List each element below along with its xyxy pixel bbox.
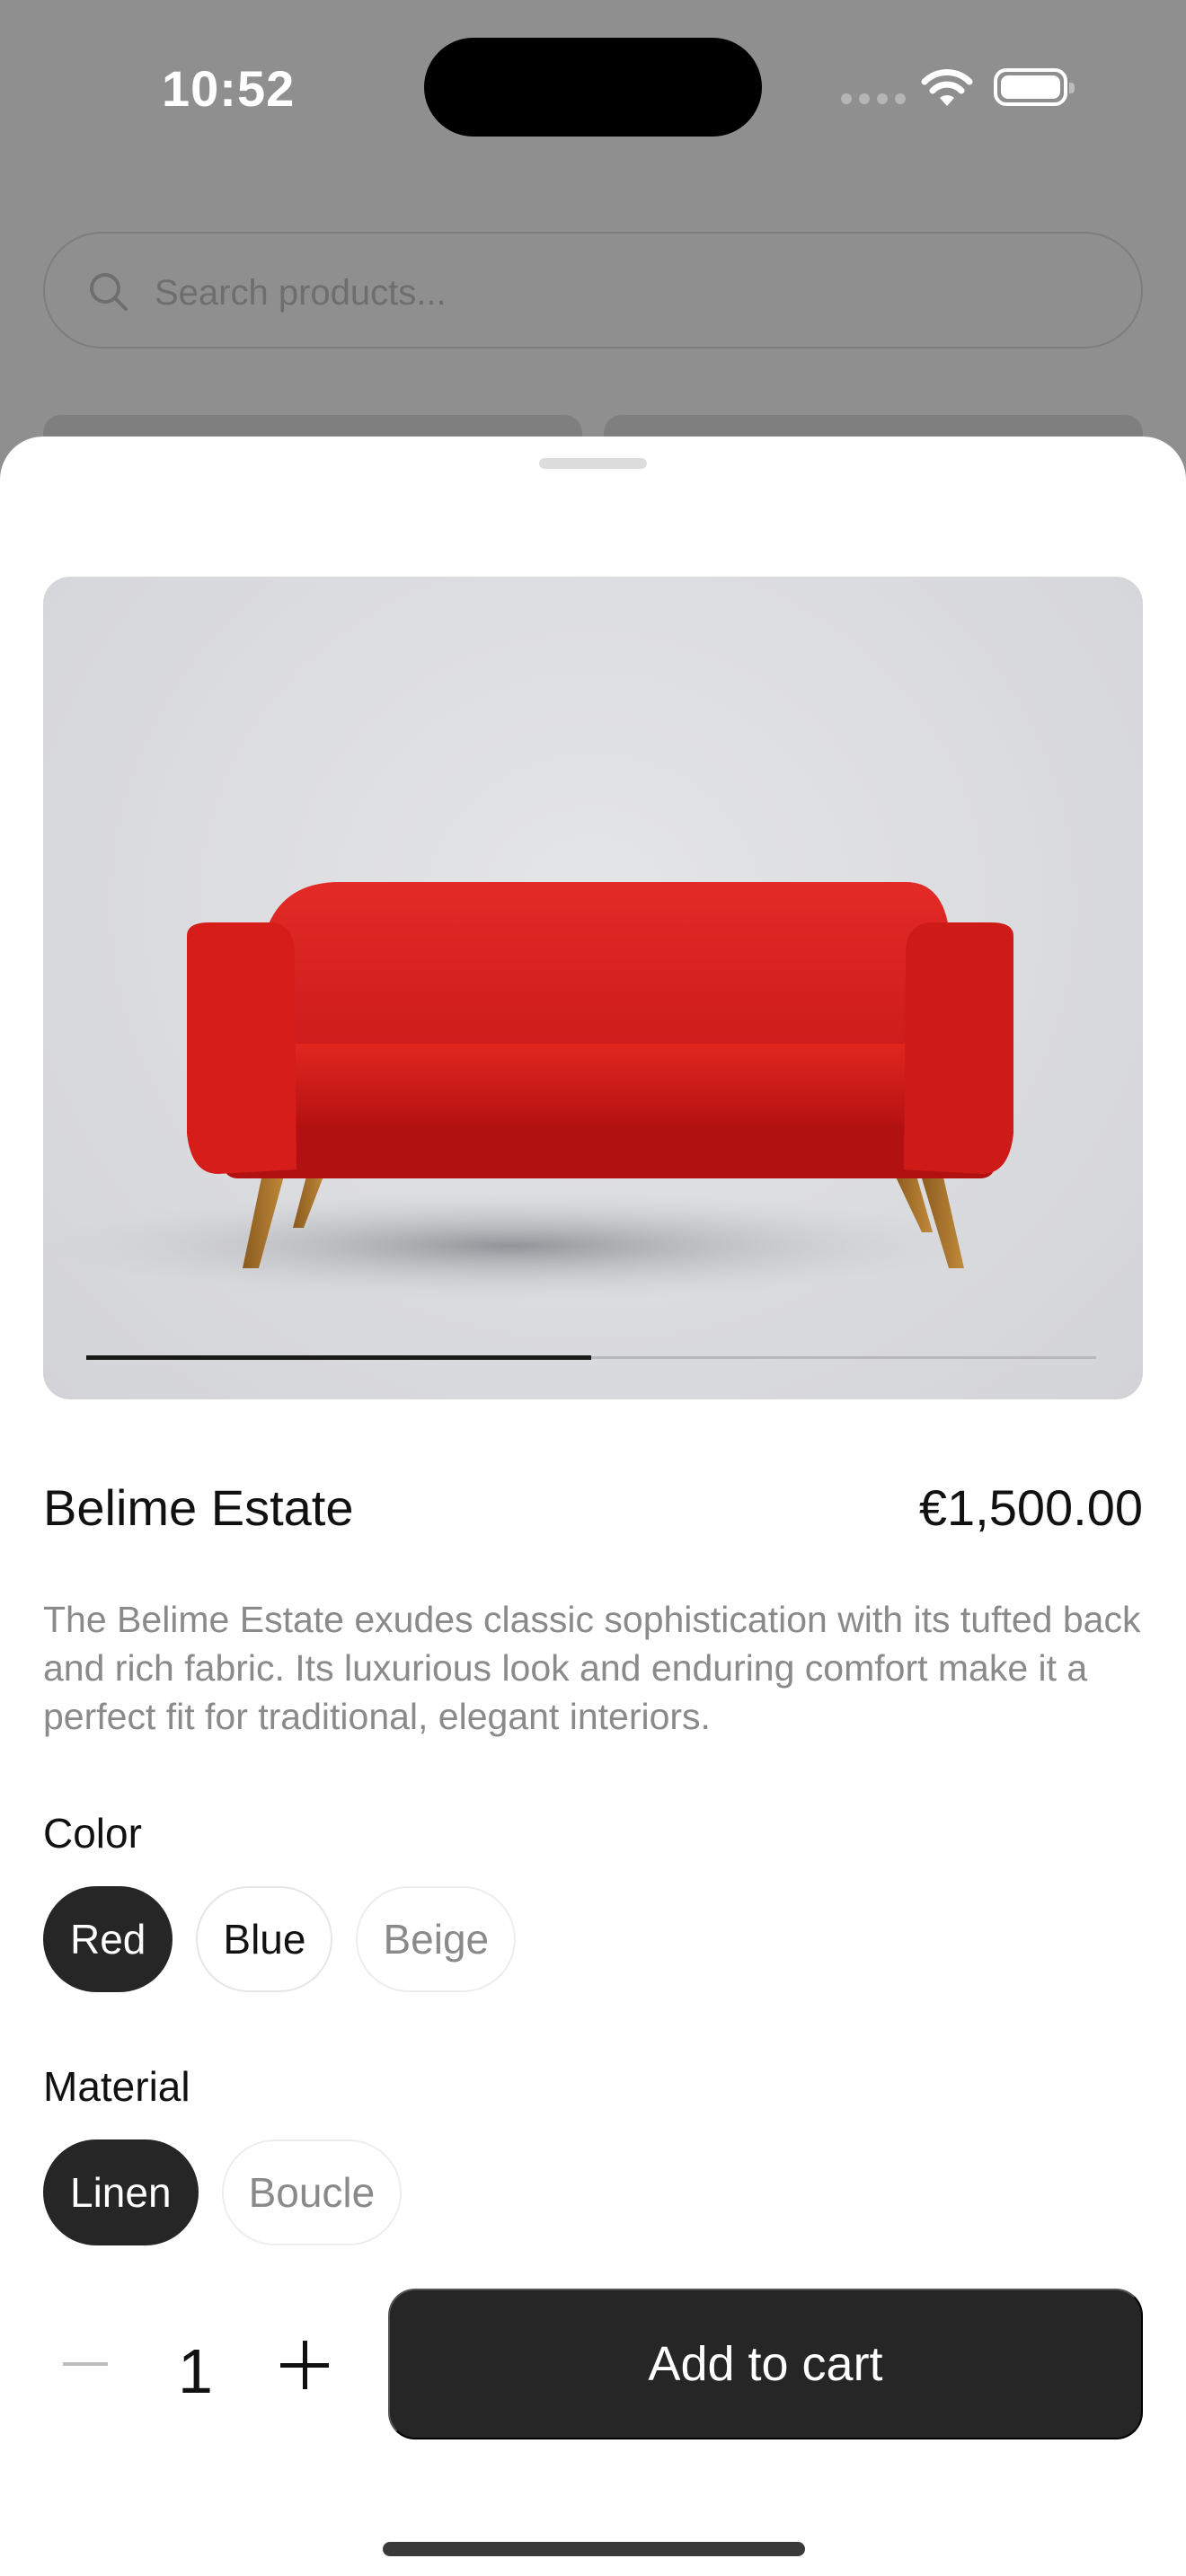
battery-icon: [994, 68, 1075, 106]
search-placeholder: Search products...: [155, 273, 447, 313]
cellular-signal-icon: [841, 93, 906, 104]
add-to-cart-button[interactable]: Add to cart: [388, 2289, 1143, 2439]
quantity-stepper: 1: [43, 2289, 340, 2439]
product-image-carousel[interactable]: [43, 577, 1143, 1399]
increase-quantity-button[interactable]: [280, 2341, 329, 2389]
dynamic-island: [424, 38, 762, 137]
product-price: €1,500.00: [918, 1479, 1143, 1536]
home-indicator: [383, 2542, 805, 2556]
minus-icon: [63, 2362, 108, 2366]
product-description: The Belime Estate exudes classic sophist…: [43, 1599, 1141, 1737]
sofa-image: [43, 882, 1013, 1300]
wifi-icon: [920, 65, 974, 114]
quantity-value: 1: [178, 2336, 213, 2406]
color-option-label: Color: [43, 1810, 142, 1857]
status-time: 10:52: [162, 60, 296, 117]
search-icon: [88, 271, 129, 317]
product-detail-sheet: Belime Estate €1,500.00 The Belime Estat…: [0, 437, 1186, 2576]
sheet-grabber[interactable]: [539, 458, 647, 469]
image-carousel-progress-fill: [86, 1355, 591, 1360]
color-chip-beige[interactable]: Beige: [356, 1886, 517, 1992]
material-options: Linen Boucle: [43, 2139, 403, 2245]
color-chip-red[interactable]: Red: [43, 1886, 173, 1992]
decrease-quantity-button[interactable]: [43, 2289, 142, 2439]
material-chip-linen[interactable]: Linen: [43, 2139, 199, 2245]
image-carousel-progress: [86, 1355, 1096, 1360]
color-chip-blue[interactable]: Blue: [196, 1886, 333, 1992]
search-input[interactable]: Search products...: [43, 232, 1143, 348]
material-chip-boucle[interactable]: Boucle: [221, 2139, 403, 2245]
product-header: Belime Estate €1,500.00: [43, 1478, 1143, 1550]
material-option-label: Material: [43, 2063, 190, 2110]
status-bar: 10:52: [0, 0, 1186, 180]
color-options: Red Blue Beige: [43, 1886, 517, 1992]
product-name: Belime Estate: [43, 1479, 354, 1536]
